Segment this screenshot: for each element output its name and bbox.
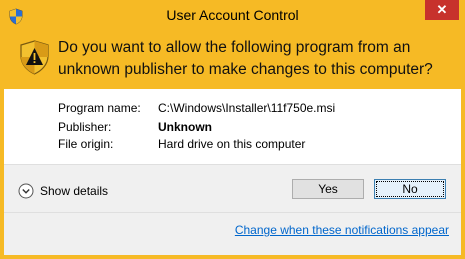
frame-bottom <box>0 255 465 259</box>
file-origin-label: File origin: <box>58 137 114 151</box>
show-details-label: Show details <box>40 184 109 198</box>
title-bar: User Account Control ✕ <box>0 0 465 31</box>
publisher-value: Unknown <box>158 120 212 134</box>
program-name-label: Program name: <box>58 101 141 115</box>
show-details-toggle[interactable]: Show details <box>18 181 108 201</box>
chevron-down-icon <box>18 183 34 199</box>
program-name-value: C:\Windows\Installer\11f750e.msi <box>158 101 336 115</box>
yes-button-label: Yes <box>318 182 338 196</box>
frame-right <box>461 31 465 259</box>
prompt-banner: Do you want to allow the following progr… <box>4 31 461 89</box>
warning-shield-icon <box>20 40 49 75</box>
window-title: User Account Control <box>166 7 299 23</box>
yes-button[interactable]: Yes <box>292 179 364 199</box>
file-origin-value: Hard drive on this computer <box>158 137 306 151</box>
change-notifications-link[interactable]: Change when these notifications appear <box>235 223 449 237</box>
close-button[interactable]: ✕ <box>425 0 459 20</box>
publisher-label: Publisher: <box>58 120 112 134</box>
focus-ring <box>376 181 444 197</box>
close-icon: ✕ <box>436 2 448 17</box>
footer-divider <box>4 212 461 213</box>
dialog-footer: Show details Yes No Change when these no… <box>4 165 461 255</box>
prompt-question: Do you want to allow the following progr… <box>58 39 433 78</box>
program-details: Program name: C:\Windows\Installer\11f75… <box>4 89 461 165</box>
no-button[interactable]: No <box>374 179 446 199</box>
